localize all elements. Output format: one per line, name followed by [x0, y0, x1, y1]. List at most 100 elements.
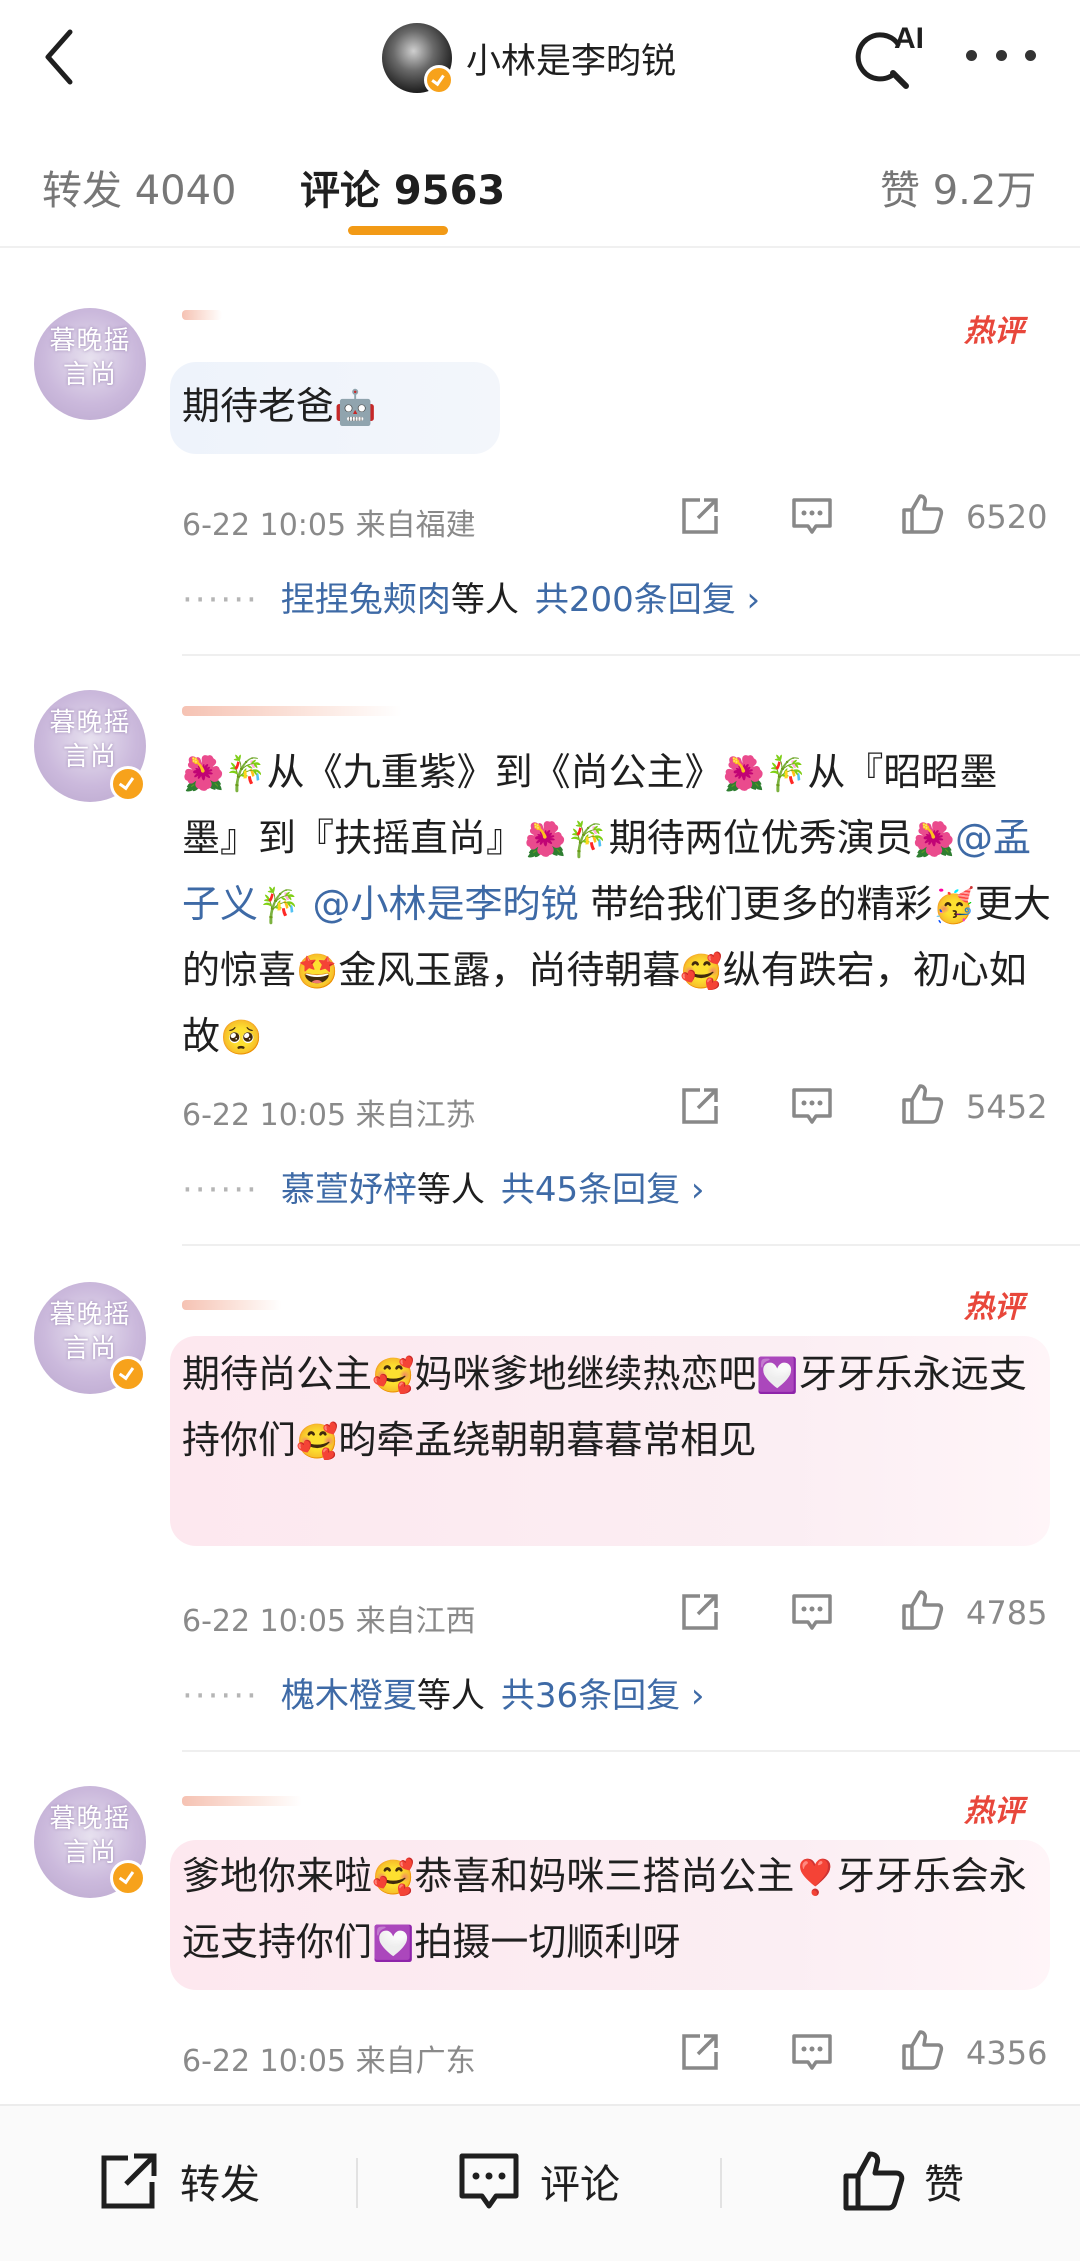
reply-count-link[interactable]: 共200条回复 ›	[535, 580, 760, 620]
comment-time: 6-22 10:05	[182, 1604, 347, 1639]
share-icon	[101, 2153, 157, 2209]
like-button[interactable]	[900, 1588, 944, 1632]
commenter-name[interactable]	[182, 706, 402, 716]
reply-summary[interactable]: ······ 槐木橙夏等人 共36条回复 ›	[182, 1668, 705, 1717]
like-label: 赞	[924, 2162, 964, 2208]
share-icon	[682, 1594, 718, 1630]
reply-button[interactable]	[790, 494, 834, 538]
thumbs-up-icon	[843, 2151, 905, 2211]
comment-divider	[182, 1750, 1080, 1752]
comment-location: 来自广东	[355, 2044, 476, 2079]
comment-divider	[182, 1244, 1080, 1246]
comment-time: 6-22 10:05	[182, 2044, 347, 2079]
hot-comment-badge: 热评	[964, 1290, 1024, 1325]
comment-time: 6-22 10:05	[182, 1098, 347, 1133]
comment-time: 6-22 10:05	[182, 508, 347, 543]
reply-dots: ······	[182, 1676, 259, 1716]
share-icon	[682, 498, 718, 534]
hibiscus-emoji: 🌺🎋	[182, 754, 267, 794]
reply-dots: ······	[182, 1170, 259, 1210]
share-button[interactable]	[678, 1084, 722, 1128]
reply-user-name[interactable]: 槐木橙夏	[281, 1676, 417, 1716]
separator	[720, 2158, 722, 2208]
verified-icon	[110, 1356, 146, 1392]
avatar-text: 暮晚摇 言尚	[49, 326, 131, 390]
separator	[356, 2158, 358, 2208]
reply-count-link[interactable]: 共36条回复 ›	[501, 1676, 705, 1716]
commenter-name[interactable]	[182, 1796, 302, 1806]
commenter-name[interactable]	[182, 310, 222, 320]
like-count: 6520	[966, 498, 1048, 536]
repost-label: 转发	[180, 2162, 260, 2208]
hot-comment-badge: 热评	[964, 1794, 1024, 1829]
reply-user-name[interactable]: 捏捏兔颊肉	[281, 580, 451, 620]
comment-icon	[792, 2034, 832, 2070]
like-count: 4785	[966, 1594, 1048, 1632]
like-button[interactable]	[900, 2028, 944, 2072]
reply-summary[interactable]: ······ 捏捏兔颊肉等人 共200条回复 ›	[182, 572, 760, 621]
like-post-button[interactable]: 赞	[840, 2146, 964, 2216]
active-tab-indicator	[348, 226, 448, 235]
share-button[interactable]	[678, 2030, 722, 2074]
hot-comment-badge: 热评	[964, 314, 1024, 349]
comment-text: 期待尚公主🥰妈咪爹地继续热恋吧💟牙牙乐永远支持你们🥰昀牵孟绕朝朝暮暮常相见	[182, 1352, 1027, 1462]
like-count: 5452	[966, 1088, 1048, 1126]
reply-summary[interactable]: ······ 慕萱妤梓等人 共45条回复 ›	[182, 1162, 705, 1211]
thumbs-up-icon	[902, 1590, 944, 1630]
reply-user-name[interactable]: 慕萱妤梓	[281, 1170, 417, 1210]
comment-icon	[459, 2153, 519, 2209]
comment-icon	[792, 1088, 832, 1124]
tab-bar: 转发 4040 评论 9563 赞 9.2万	[0, 116, 1080, 248]
mention-link[interactable]: @小林是李昀锐	[312, 882, 578, 926]
verified-icon	[110, 766, 146, 802]
reply-button[interactable]	[790, 1084, 834, 1128]
ai-search-button[interactable]: AI	[846, 16, 926, 96]
commenter-name[interactable]	[182, 1300, 282, 1310]
verified-icon	[424, 65, 454, 95]
like-button[interactable]	[900, 1082, 944, 1126]
comment-location: 来自江西	[355, 1604, 476, 1639]
tab-repost[interactable]: 转发 4040	[42, 158, 237, 216]
more-dot-icon	[966, 49, 977, 61]
tab-likes[interactable]: 赞 9.2万	[880, 158, 1036, 216]
svg-text:AI: AI	[894, 22, 924, 55]
comment-button[interactable]: 评论	[456, 2146, 620, 2216]
like-button[interactable]	[900, 492, 944, 536]
comment-meta: 6-22 10:05 来自广东	[182, 2036, 476, 2080]
comment-text: 爹地你来啦🥰恭喜和妈咪三搭尚公主❣️牙牙乐会永远支持你们💟拍摄一切顺利呀	[182, 1854, 1027, 1964]
more-dot-icon	[995, 49, 1007, 61]
comment-icon	[792, 498, 832, 534]
share-icon	[682, 1088, 718, 1124]
chevron-left-icon	[45, 29, 73, 85]
comment-text: 期待老爸🤖	[182, 384, 377, 428]
reply-button[interactable]	[790, 1590, 834, 1634]
comment-location: 来自福建	[355, 508, 476, 543]
like-count: 4356	[966, 2034, 1048, 2072]
thumbs-up-icon	[902, 1084, 944, 1124]
share-button[interactable]	[678, 494, 722, 538]
more-button[interactable]	[966, 40, 1036, 70]
reply-count-link[interactable]: 共45条回复 ›	[501, 1170, 705, 1210]
bottom-action-bar: 转发 评论 赞	[0, 2104, 1080, 2261]
more-dot-icon	[1025, 49, 1036, 61]
repost-button[interactable]: 转发	[96, 2146, 260, 2216]
comment-icon	[792, 1594, 832, 1630]
comment-label: 评论	[540, 2162, 620, 2208]
comment-meta: 6-22 10:05 来自江苏	[182, 1090, 476, 1134]
verified-icon	[110, 1860, 146, 1896]
share-button[interactable]	[678, 1590, 722, 1634]
thumbs-up-icon	[902, 494, 944, 534]
back-button[interactable]	[30, 22, 90, 92]
comment-text: 🌺🎋从《九重紫》到《尚公主》🌺🎋从『昭昭墨墨』到『扶摇直尚』🌺🎋期待两位优秀演员…	[182, 740, 1052, 1070]
commenter-avatar[interactable]: 暮晚摇 言尚	[34, 308, 146, 420]
tab-comments[interactable]: 评论 9563	[300, 158, 505, 216]
post-author[interactable]: 小林是李昀锐	[382, 18, 676, 98]
reply-button[interactable]	[790, 2030, 834, 2074]
top-bar: 小林是李昀锐 AI	[0, 0, 1080, 116]
author-avatar[interactable]	[382, 23, 454, 95]
share-icon	[682, 2034, 718, 2070]
thumbs-up-icon	[902, 2030, 944, 2070]
author-name[interactable]: 小林是李昀锐	[466, 33, 676, 84]
comment-meta: 6-22 10:05 来自福建	[182, 500, 476, 544]
comment-meta: 6-22 10:05 来自江西	[182, 1596, 476, 1640]
